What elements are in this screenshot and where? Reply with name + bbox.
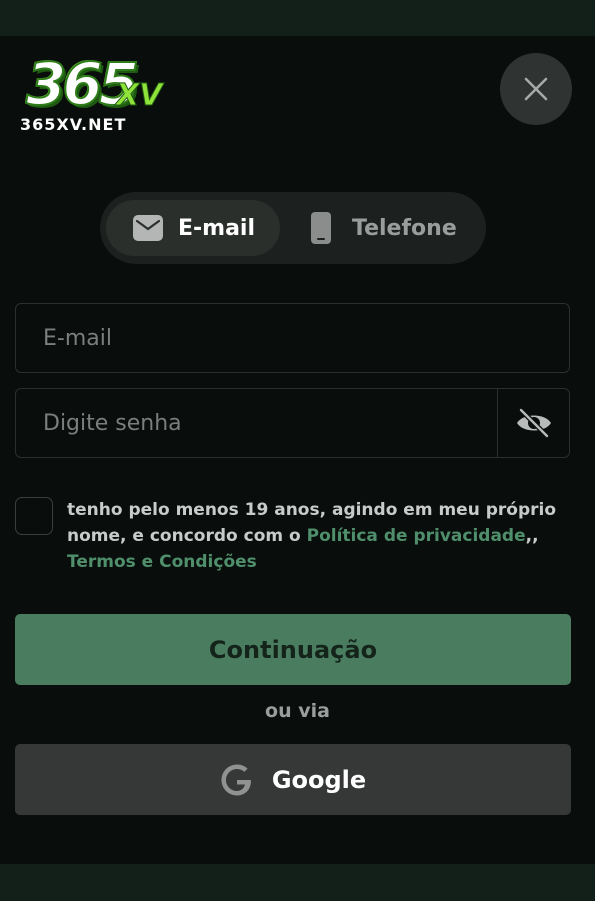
password-visibility-toggle[interactable] (497, 389, 569, 457)
terms-text: tenho pelo menos 19 anos, agindo em meu … (67, 497, 567, 575)
bottom-strip (0, 864, 595, 901)
email-input[interactable] (16, 304, 569, 372)
terms-separator: ,, (525, 526, 539, 546)
close-icon (524, 77, 548, 101)
mail-icon (132, 213, 164, 243)
tab-phone[interactable]: Telefone (296, 200, 480, 256)
login-method-tabs: E-mail Telefone (100, 192, 486, 264)
google-login-button[interactable]: Google (15, 744, 571, 815)
tab-phone-label: Telefone (352, 215, 457, 241)
continue-button[interactable]: Continuação (15, 614, 571, 685)
eye-off-icon (516, 408, 551, 438)
phone-icon (310, 211, 332, 245)
close-button[interactable] (500, 53, 572, 125)
google-label: Google (271, 765, 367, 794)
email-field (15, 303, 570, 373)
age-terms-checkbox[interactable] (15, 497, 53, 535)
password-input[interactable] (16, 389, 500, 457)
or-via-label: ou via (265, 700, 330, 722)
tab-email-label: E-mail (178, 215, 256, 241)
brand-logo: 365 XV 365XV.NET (20, 51, 180, 134)
password-field (15, 388, 570, 458)
top-strip (0, 0, 595, 36)
privacy-policy-link[interactable]: Política de privacidade (307, 526, 526, 546)
google-icon (221, 764, 251, 795)
logo-suffix: XV (115, 78, 163, 113)
terms-conditions-link[interactable]: Termos e Condições (67, 552, 257, 572)
logo-url: 365XV.NET (20, 115, 127, 134)
tab-email[interactable]: E-mail (106, 200, 280, 256)
login-modal: 365 XV 365XV.NET E-mail Telefone E-mail … (0, 36, 595, 864)
